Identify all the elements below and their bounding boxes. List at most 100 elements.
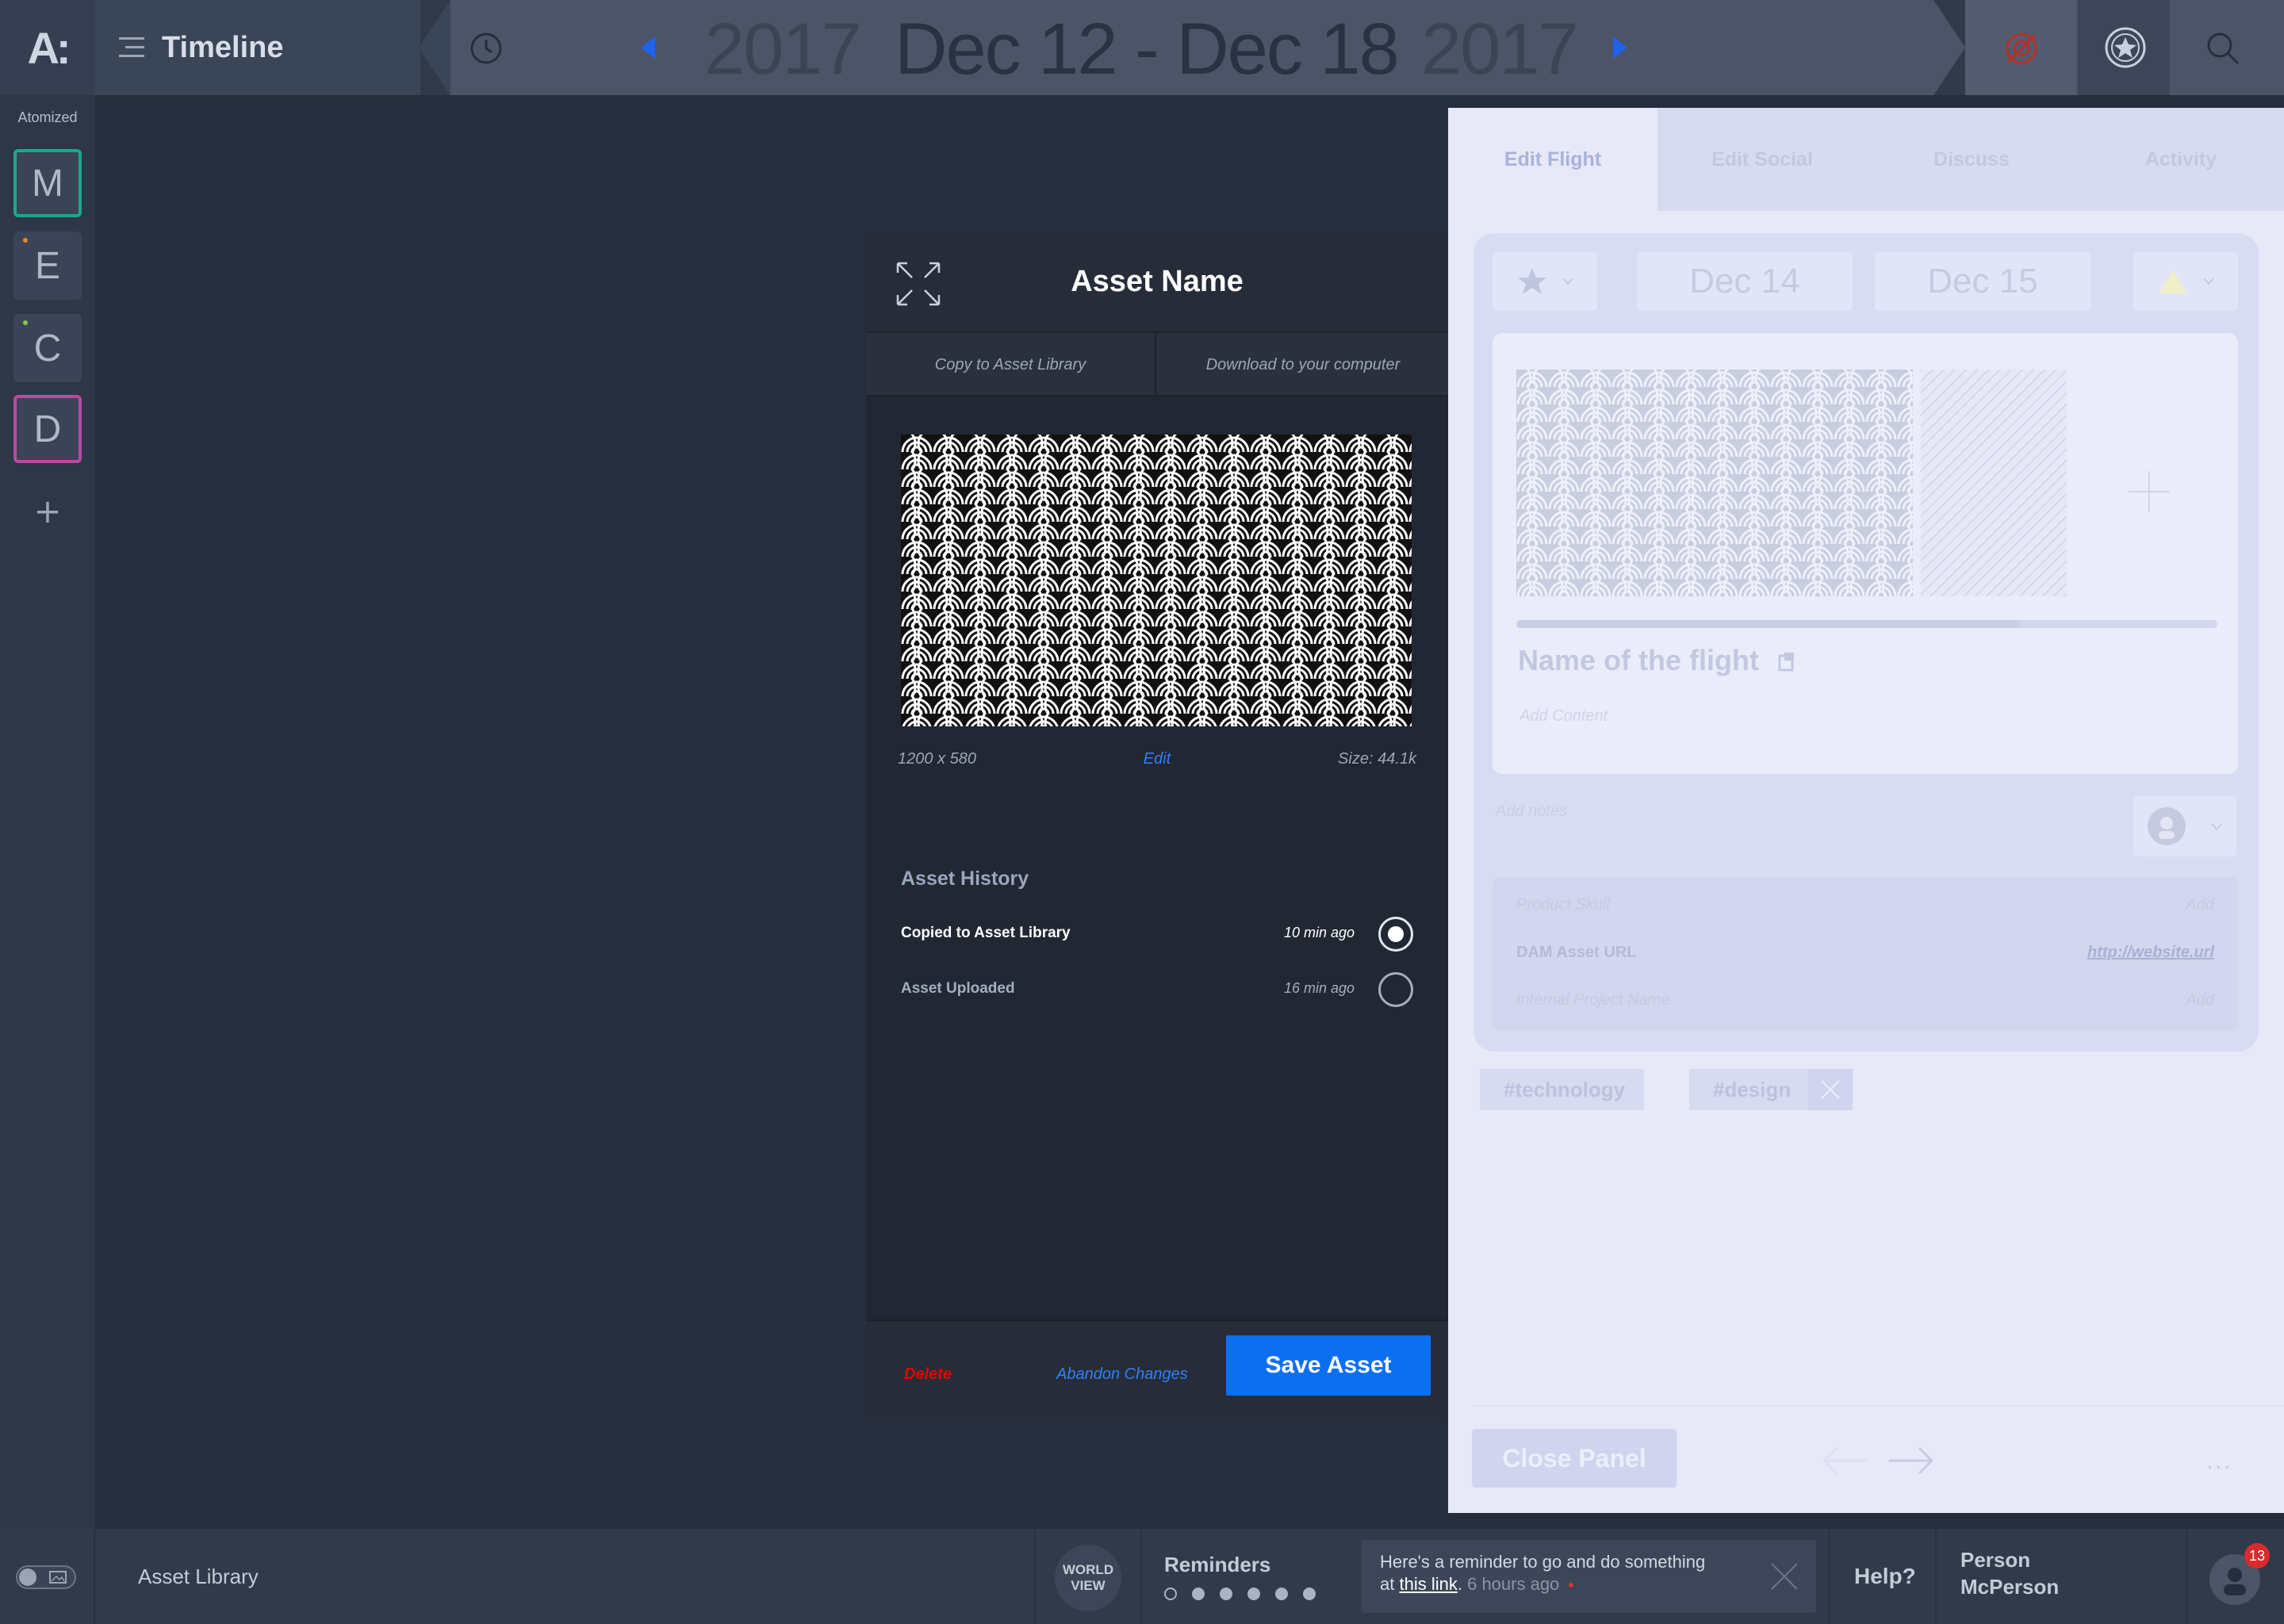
close-icon[interactable] [1770, 1562, 1799, 1591]
date-navigator: 2017 Dec 12 - Dec 18 2017 [450, 0, 1933, 95]
warning-icon [2159, 270, 2187, 293]
history-radio-selected[interactable] [1378, 917, 1413, 952]
reminder-link[interactable]: this link [1399, 1574, 1457, 1594]
flight-progress-bar [1516, 620, 2217, 628]
download-button[interactable]: Download to your computer [1158, 333, 1448, 396]
delete-button[interactable]: Delete [904, 1365, 952, 1384]
pager-dot[interactable] [1303, 1588, 1316, 1600]
meta-add-link[interactable]: Add [2186, 896, 2214, 925]
header-divider [419, 0, 450, 95]
next-arrow-icon[interactable] [1887, 1445, 1935, 1477]
copy-icon[interactable] [1778, 653, 1795, 672]
workspace-c[interactable]: C [13, 314, 82, 382]
divider [94, 1529, 95, 1624]
reminder-card: Here's a reminder to go and do something… [1361, 1540, 1816, 1613]
abandon-changes-button[interactable]: Abandon Changes [1056, 1365, 1188, 1384]
tab-edit-social[interactable]: Edit Social [1657, 108, 1867, 211]
tag-technology[interactable]: #technology [1480, 1069, 1645, 1110]
chevron-down-icon [1562, 278, 1573, 285]
reminder-pager [1164, 1588, 1316, 1600]
next-week-arrow-icon[interactable] [1613, 36, 1627, 59]
pager-dot-active[interactable] [1164, 1588, 1177, 1600]
tab-edit-flight[interactable]: Edit Flight [1448, 108, 1657, 211]
add-workspace-button[interactable]: + [0, 492, 95, 530]
tab-discuss[interactable]: Discuss [1867, 108, 2076, 211]
reminder-time: 6 hours ago [1467, 1574, 1560, 1594]
workspace-rail: Atomized M E C D + [0, 95, 95, 1529]
history-radio[interactable] [1378, 972, 1413, 1007]
pager-dot[interactable] [1220, 1588, 1232, 1600]
avatar [2148, 807, 2186, 845]
history-row: Asset Uploaded 16 min ago [901, 972, 1413, 1007]
flight-asset-placeholder [1921, 370, 2067, 596]
asset-meta: 1200 x 580 Edit Size: 44.1k [898, 750, 1416, 768]
flight-asset-thumbnail[interactable] [1516, 370, 1913, 596]
add-notes-input[interactable]: Add notes [1496, 802, 1567, 821]
previous-week-arrow-icon[interactable] [641, 36, 655, 59]
assignee-dropdown[interactable] [2133, 796, 2236, 856]
history-clock-icon[interactable] [468, 30, 504, 67]
add-asset-plus-icon[interactable] [2129, 471, 2170, 512]
copy-to-asset-library-button[interactable]: Copy to Asset Library [866, 333, 1156, 396]
workspace-e[interactable]: E [13, 232, 82, 300]
asset-modal: Asset Name Copy to Asset Library Downloa… [866, 233, 1448, 1419]
modal-actions: Copy to Asset Library Download to your c… [866, 331, 1448, 396]
meta-add-link[interactable]: Add [2186, 991, 2214, 1020]
workspace-d[interactable]: D [13, 395, 82, 463]
divider [1935, 1529, 1937, 1624]
search-icon [2207, 33, 2240, 65]
tab-activity[interactable]: Activity [2076, 108, 2284, 211]
dam-asset-url-link[interactable]: http://website.url [2087, 944, 2214, 972]
pager-dot[interactable] [1192, 1588, 1205, 1600]
tag-design[interactable]: #design [1689, 1069, 1811, 1110]
reminders-title: Reminders [1164, 1553, 1271, 1576]
priority-dropdown[interactable] [1493, 252, 1597, 311]
workspace-c-dot [23, 320, 28, 325]
help-button[interactable]: Help? [1854, 1553, 1916, 1600]
asset-size: Size: 44.1k [1338, 750, 1416, 768]
view-toggle[interactable] [16, 1565, 76, 1589]
notification-badge: 13 [2244, 1543, 2270, 1568]
start-date-field[interactable]: Dec 14 [1637, 252, 1853, 311]
image-icon [49, 1571, 67, 1584]
date-range[interactable]: Dec 12 - Dec 18 [895, 8, 1400, 91]
target-off-button[interactable] [1965, 0, 2076, 95]
page-title: Timeline [162, 30, 284, 64]
add-content-input[interactable]: Add Content [1519, 707, 1608, 726]
pager-dot[interactable] [1247, 1588, 1260, 1600]
close-panel-button[interactable]: Close Panel [1472, 1429, 1677, 1488]
chevron-down-icon [2203, 278, 2214, 285]
menu-icon[interactable] [119, 36, 144, 59]
flight-name[interactable]: Name of the flight [1518, 644, 1795, 677]
favorites-button[interactable] [2078, 0, 2170, 95]
world-view-button[interactable]: WORLD VIEW [1055, 1545, 1121, 1611]
rail-label: Atomized [17, 109, 78, 125]
user-avatar-icon [2224, 1568, 2246, 1595]
user-name[interactable]: Person McPerson [1960, 1546, 2059, 1600]
modal-title: Asset Name [1071, 265, 1244, 298]
search-button[interactable] [2171, 0, 2274, 95]
workspace-m[interactable]: M [13, 149, 82, 217]
target-off-icon [2006, 33, 2037, 64]
status-dropdown[interactable] [2133, 252, 2238, 311]
modal-header: Asset Name [866, 233, 1448, 338]
end-date-field[interactable]: Dec 15 [1875, 252, 2090, 311]
star-badge-icon [2105, 27, 2146, 68]
flight-progress-fill [1516, 620, 2021, 628]
meta-row: Internal Project Name Add [1516, 991, 2214, 1020]
app-logo[interactable]: A: [0, 0, 95, 95]
edit-asset-link[interactable]: Edit [1144, 750, 1171, 768]
year-left: 2017 [704, 9, 862, 90]
divider [2186, 1529, 2187, 1624]
history-row: Copied to Asset Library 10 min ago [901, 917, 1413, 952]
previous-arrow-icon[interactable] [1821, 1445, 1868, 1477]
asset-library-button[interactable]: Asset Library [138, 1553, 259, 1600]
divider [1034, 1529, 1036, 1624]
asset-history-title: Asset History [901, 868, 1029, 890]
pager-dot[interactable] [1275, 1588, 1288, 1600]
more-options-button[interactable]: ... [2206, 1448, 2232, 1474]
save-asset-button[interactable]: Save Asset [1226, 1335, 1431, 1396]
history-label: Copied to Asset Library [901, 925, 1071, 941]
remove-tag-button[interactable] [1808, 1069, 1853, 1110]
divider [1140, 1529, 1142, 1624]
